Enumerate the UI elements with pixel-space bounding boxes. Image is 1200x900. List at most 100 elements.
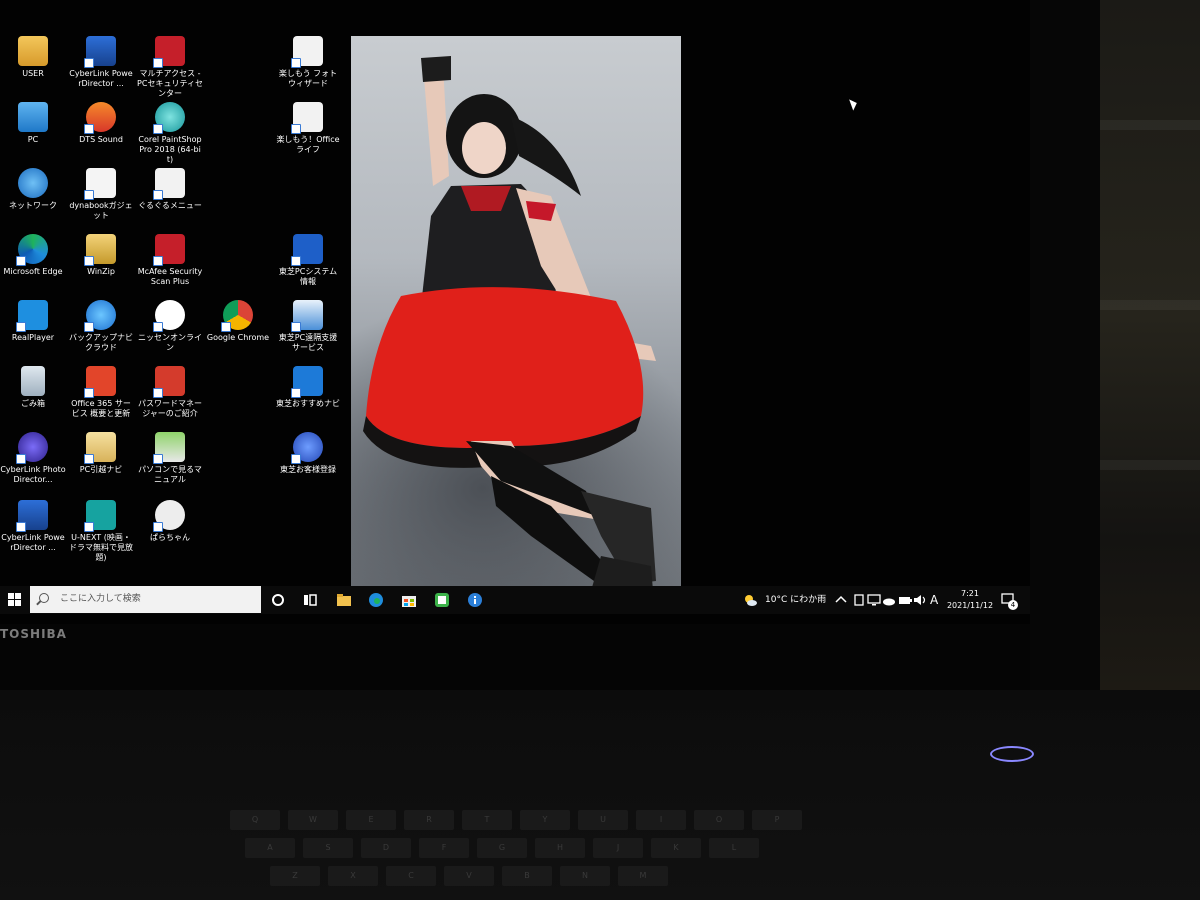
app-taskbar-icon[interactable]: [434, 592, 450, 608]
keyboard-key: L: [709, 838, 759, 858]
task-view-icon[interactable]: [302, 592, 318, 608]
volume-icon[interactable]: [912, 592, 928, 608]
powerdirector-icon: [84, 36, 116, 68]
desktop-icon-pc-hikkoshi[interactable]: PC引越ナビ: [68, 432, 134, 475]
nissen-online-icon: [153, 300, 185, 332]
desktop-icon-network[interactable]: ネットワーク: [0, 168, 66, 211]
desktop-icon-realplayer[interactable]: RealPlayer: [0, 300, 66, 343]
mouse-cursor: [849, 97, 859, 111]
desktop-icon-guruguru-menu[interactable]: ぐるぐるメニュー: [137, 168, 203, 211]
keyboard-key: J: [593, 838, 643, 858]
keyboard-key: C: [386, 866, 436, 886]
edge-icon: [16, 234, 48, 266]
desktop-icon-pc[interactable]: PC: [0, 102, 66, 145]
screen-bezel: [1030, 0, 1100, 690]
keyboard-key: E: [346, 810, 396, 830]
battery-icon[interactable]: [897, 592, 913, 608]
desktop-icon-password-manager[interactable]: パスワードマネージャーのご紹介: [137, 366, 203, 419]
action-center-button[interactable]: 4: [1000, 592, 1018, 610]
power-button: [990, 746, 1034, 762]
notification-count: 4: [1008, 600, 1018, 610]
keyboard-key: Y: [520, 810, 570, 830]
clock-time: 7:21: [961, 589, 979, 598]
weather-text[interactable]: 10°C にわか雨: [765, 586, 826, 614]
taskbar: ここに入力して検索 10°C にわか雨 A 7:21 2021/11/12 4: [0, 586, 1030, 614]
winzip-icon: [84, 234, 116, 266]
keyboard-key: T: [462, 810, 512, 830]
desktop-icon-photodirector[interactable]: CyberLink PhotoDirector...: [0, 432, 66, 485]
weather-icon[interactable]: [742, 592, 758, 608]
keyboard-key: H: [535, 838, 585, 858]
info-icon[interactable]: [467, 592, 483, 608]
dynabook-gadget-icon: [84, 168, 116, 200]
desktop-icon-toshiba-pc-system[interactable]: 東芝PCシステム情報: [275, 234, 341, 287]
desktop-icon-powerdirector-2[interactable]: CyberLink PowerDirector ...: [0, 500, 66, 553]
mcafee-icon: [153, 36, 185, 68]
clock-date: 2021/11/12: [946, 601, 994, 610]
desktop-icon-tanoshimou-photo[interactable]: 楽しもう フォトウィザード: [275, 36, 341, 89]
desktop-icon-backup-navi[interactable]: バックアップナビ クラウド: [68, 300, 134, 353]
desktop-icon-office365[interactable]: Office 365 サービス 概要と更新: [68, 366, 134, 419]
device-tray-icon[interactable]: [851, 592, 867, 608]
chevron-up-icon[interactable]: [833, 592, 849, 608]
keyboard-key: R: [404, 810, 454, 830]
network-icon: [18, 168, 48, 198]
desktop-icon-tanoshimou-office[interactable]: 楽しもう！Office ライフ: [275, 102, 341, 155]
realplayer-icon: [16, 300, 48, 332]
desktop-icon-dynabook-gadget[interactable]: dynabookガジェット: [68, 168, 134, 221]
wallpaper-figure: [363, 56, 656, 591]
keyboard-key: O: [694, 810, 744, 830]
desktop-icon-user[interactable]: USER: [0, 36, 66, 79]
pasokon-manual-icon: [153, 432, 185, 464]
store-icon[interactable]: [401, 592, 417, 608]
cortana-icon[interactable]: [270, 592, 286, 608]
paintshop-icon: [153, 102, 185, 134]
mcafee-icon: [153, 234, 185, 266]
desktop-icon-winzip[interactable]: WinZip: [68, 234, 134, 277]
desktop-icon-edge[interactable]: Microsoft Edge: [0, 234, 66, 277]
search-placeholder: ここに入力して検索: [60, 594, 141, 604]
desktop-icon-google-chrome[interactable]: Google Chrome: [205, 300, 271, 343]
search-icon: [39, 593, 49, 603]
keyboard-key: F: [419, 838, 469, 858]
desktop-icon-powerdirector[interactable]: CyberLink PowerDirector ...: [68, 36, 134, 89]
clock[interactable]: 7:21 2021/11/12: [945, 588, 995, 612]
desktop-icon-parachan[interactable]: ぱらちゃん: [137, 500, 203, 543]
keyboard-key: V: [444, 866, 494, 886]
desktop-icon-toshiba-register[interactable]: 東芝お客様登録: [275, 432, 341, 475]
keyboard-key: N: [560, 866, 610, 886]
desktop-icon-toshiba-osusume[interactable]: 東芝おすすめナビ: [275, 366, 341, 409]
guruguru-menu-icon: [153, 168, 185, 200]
pc-hikkoshi-icon: [84, 432, 116, 464]
desktop-icon-dts-sound[interactable]: DTS Sound: [68, 102, 134, 145]
chrome-icon: [221, 300, 253, 332]
windows-start-icon[interactable]: [6, 591, 24, 609]
monitor-tray-icon[interactable]: [866, 592, 882, 608]
toshiba-osusume-icon: [291, 366, 323, 398]
desktop-icon-corel-paintshop[interactable]: Corel PaintShop Pro 2018 (64-bit): [137, 102, 203, 165]
keyboard-key: K: [651, 838, 701, 858]
password-manager-icon: [153, 366, 185, 398]
desktop-icon-mcafee-scan[interactable]: McAfee Security Scan Plus: [137, 234, 203, 287]
backup-navi-icon: [84, 300, 116, 332]
keyboard-key: D: [361, 838, 411, 858]
u-next-icon: [84, 500, 116, 532]
desktop-icon-u-next[interactable]: U-NEXT (映画・ドラマ無料で見放題): [68, 500, 134, 563]
ime-indicator[interactable]: A: [930, 586, 938, 614]
cloud-icon[interactable]: [881, 592, 897, 608]
desktop-icon-recycle-bin[interactable]: ごみ箱: [0, 366, 66, 409]
desktop-screen: USER PC ネットワーク Microsoft Edge RealPlayer…: [0, 0, 1030, 624]
desktop-icon-mcafee-multi[interactable]: マルチアクセス - PCセキュリティセンター: [137, 36, 203, 99]
tanoshimou-office-icon: [291, 102, 323, 134]
edge-taskbar-icon[interactable]: [368, 592, 384, 608]
keyboard-key: X: [328, 866, 378, 886]
keyboard-key: Z: [270, 866, 320, 886]
desktop-icon-pasokon-manual[interactable]: パソコンで見るマニュアル: [137, 432, 203, 485]
taskbar-search-box[interactable]: ここに入力して検索: [30, 586, 261, 613]
keyboard-key: A: [245, 838, 295, 858]
desktop-icon-nissen-online[interactable]: ニッセンオンライン: [137, 300, 203, 353]
keyboard-key: W: [288, 810, 338, 830]
toshiba-logo: TOSHIBA: [0, 627, 67, 641]
desktop-icon-toshiba-remote[interactable]: 東芝PC遠隔支援サービス: [275, 300, 341, 353]
file-explorer-icon[interactable]: [336, 592, 352, 608]
